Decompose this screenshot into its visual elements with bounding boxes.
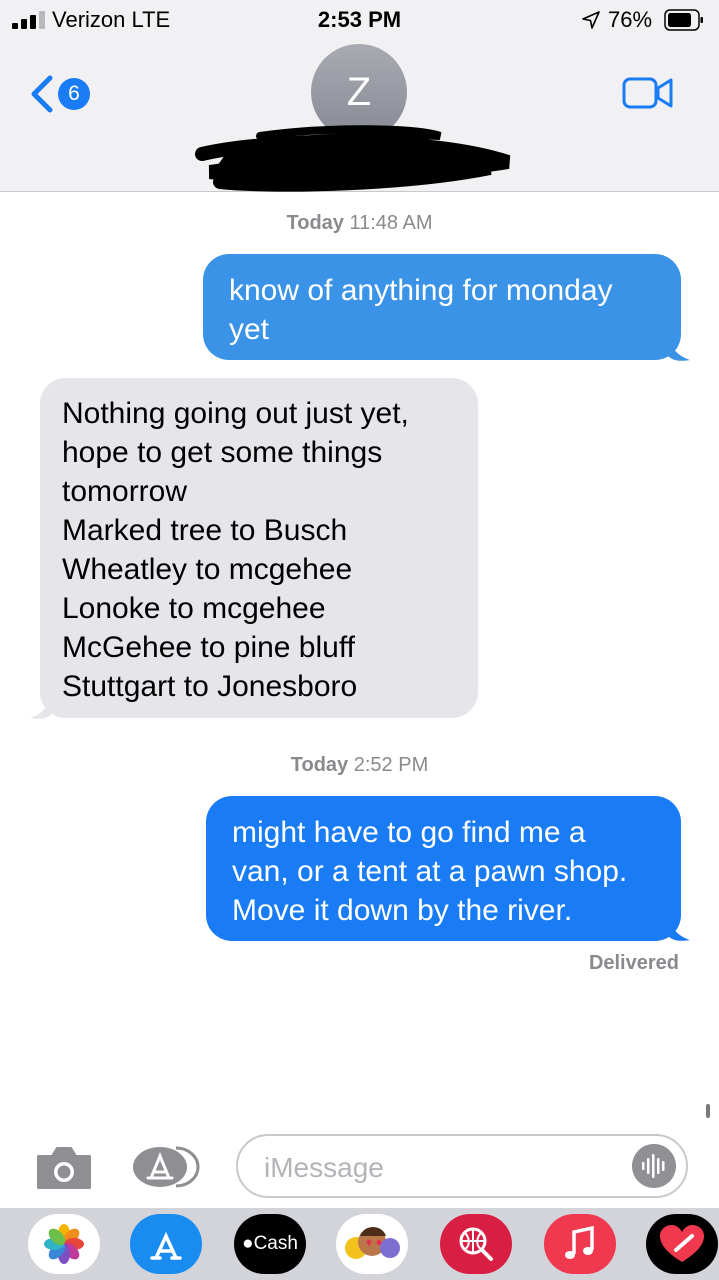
location-arrow-icon [582,11,600,29]
message-timestamp: Today 11:48 AM [286,212,433,234]
cash-label: ● [242,1233,254,1254]
unread-count-badge: 6 [58,78,90,110]
message-text-line: hope to get some things [62,436,383,469]
message-text-line: tomorrow [62,475,188,508]
message-text-line: Move it down by the river. [232,894,573,927]
message-text-line: Lonoke to mcgehee [62,592,326,625]
message-text-line: know of anything for monday [229,274,613,307]
redacted-contact-name [195,125,511,192]
camera-icon[interactable] [34,1144,94,1192]
bubble-tail [668,914,690,941]
sent-message-bubble[interactable]: know of anything for monday yet [203,254,681,360]
bubble-tail [30,692,52,719]
message-text-line: McGehee to pine bluff [62,631,355,664]
apple-cash-icon[interactable]: ●Cash [234,1214,306,1274]
received-message-bubble[interactable]: Nothing going out just yet, hope to get … [40,378,478,718]
chevron-left-icon [31,75,53,113]
message-timestamp: Today 2:52 PM [290,754,429,776]
memoji-icon[interactable] [336,1214,408,1274]
message-text-line: Wheatley to mcgehee [62,553,353,586]
battery-icon [664,9,703,31]
imessage-app-drawer: ●Cash [0,1208,719,1280]
app-store-toggle-icon[interactable] [130,1144,206,1190]
sent-message-bubble[interactable]: might have to go find me a van, or a ten… [206,796,681,941]
message-text-line: van, or a tent at a pawn shop. [232,855,628,888]
facetime-video-icon[interactable] [622,76,674,110]
status-bar: Verizon LTE 2:53 PM 76% [0,0,719,40]
digital-touch-icon[interactable] [646,1214,718,1274]
battery-percentage: 76% [608,7,653,32]
message-input-bar: iMessage [0,1128,719,1208]
imessage-input[interactable]: iMessage [236,1134,688,1198]
cash-label-text: Cash [253,1233,298,1254]
message-text-line: yet [229,313,270,346]
message-text-line: might have to go find me a [232,816,586,849]
web-search-icon[interactable] [440,1214,512,1274]
message-text-line: Stuttgart to Jonesboro [62,670,358,703]
audio-message-icon[interactable] [632,1144,676,1188]
back-button[interactable]: 6 [28,68,108,118]
app-store-icon[interactable] [130,1214,202,1274]
message-text-line: Marked tree to Busch [62,514,348,547]
conversation-header: Verizon LTE 2:53 PM 76% 6 Z [0,0,719,192]
scroll-indicator[interactable] [706,1104,710,1118]
photos-icon[interactable] [28,1214,100,1274]
message-text-line: Nothing going out just yet, [62,397,409,430]
music-icon[interactable] [544,1214,616,1274]
input-placeholder: iMessage [264,1152,384,1183]
delivery-status: Delivered [588,952,679,974]
bubble-tail [668,334,690,361]
